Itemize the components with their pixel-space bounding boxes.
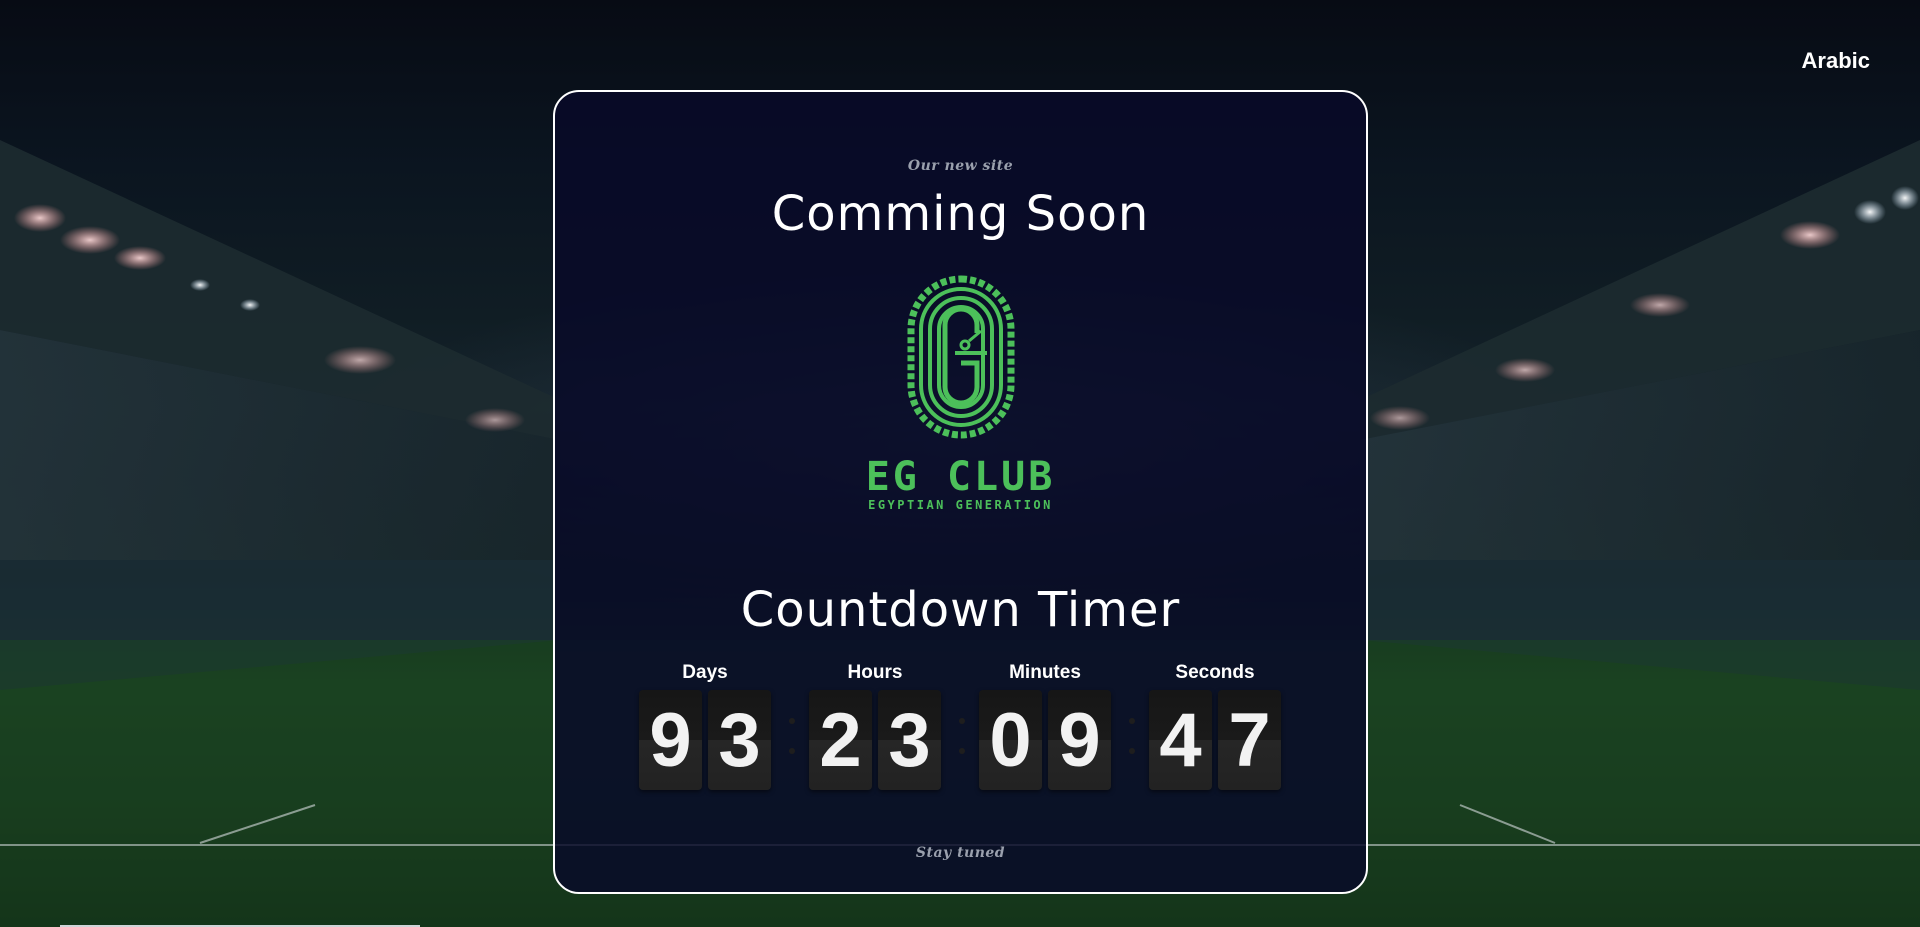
flip-digit: 2: [809, 690, 872, 790]
brand-tagline: EGYPTIAN GENERATION: [868, 498, 1053, 512]
flip-digit: 4: [1149, 690, 1212, 790]
countdown-minutes-digits: 0 9: [979, 690, 1135, 790]
countdown-seconds-label: Seconds: [1175, 662, 1255, 683]
countdown-minutes-label: Minutes: [1009, 662, 1081, 683]
countdown-seconds: Seconds 4 7: [1149, 662, 1281, 790]
flip-digit: 3: [878, 690, 941, 790]
colon-separator: [1129, 718, 1135, 754]
language-toggle-link[interactable]: Arabic: [1802, 48, 1870, 74]
colon-separator: [789, 718, 795, 754]
flip-digit: 0: [979, 690, 1042, 790]
countdown-days-digits: 9 3: [639, 690, 795, 790]
coming-soon-card: Our new site Comming Soon EG CLUB EGYPTI…: [553, 90, 1368, 894]
flip-digit: 7: [1218, 690, 1281, 790]
flip-digit: 9: [639, 690, 702, 790]
countdown-title: Countdown Timer: [740, 582, 1181, 638]
countdown-days: Days 9 3: [639, 662, 795, 790]
footer-note: Stay tuned: [915, 845, 1006, 861]
countdown-hours: Hours 2 3: [809, 662, 965, 790]
colon-separator: [959, 718, 965, 754]
flip-digit: 3: [708, 690, 771, 790]
flip-digit: 9: [1048, 690, 1111, 790]
countdown-hours-label: Hours: [847, 662, 903, 683]
countdown-days-label: Days: [682, 662, 728, 683]
countdown-seconds-digits: 4 7: [1149, 690, 1281, 790]
page-title: Comming Soon: [771, 186, 1150, 242]
countdown-hours-digits: 2 3: [809, 690, 965, 790]
eyebrow-text: Our new site: [907, 158, 1014, 174]
countdown-minutes: Minutes 0 9: [979, 662, 1135, 790]
brand-name: EG CLUB: [865, 454, 1056, 500]
countdown-timer: Days 9 3 Hours 2 3 Minutes 0 9 Seconds 4…: [639, 662, 1281, 790]
